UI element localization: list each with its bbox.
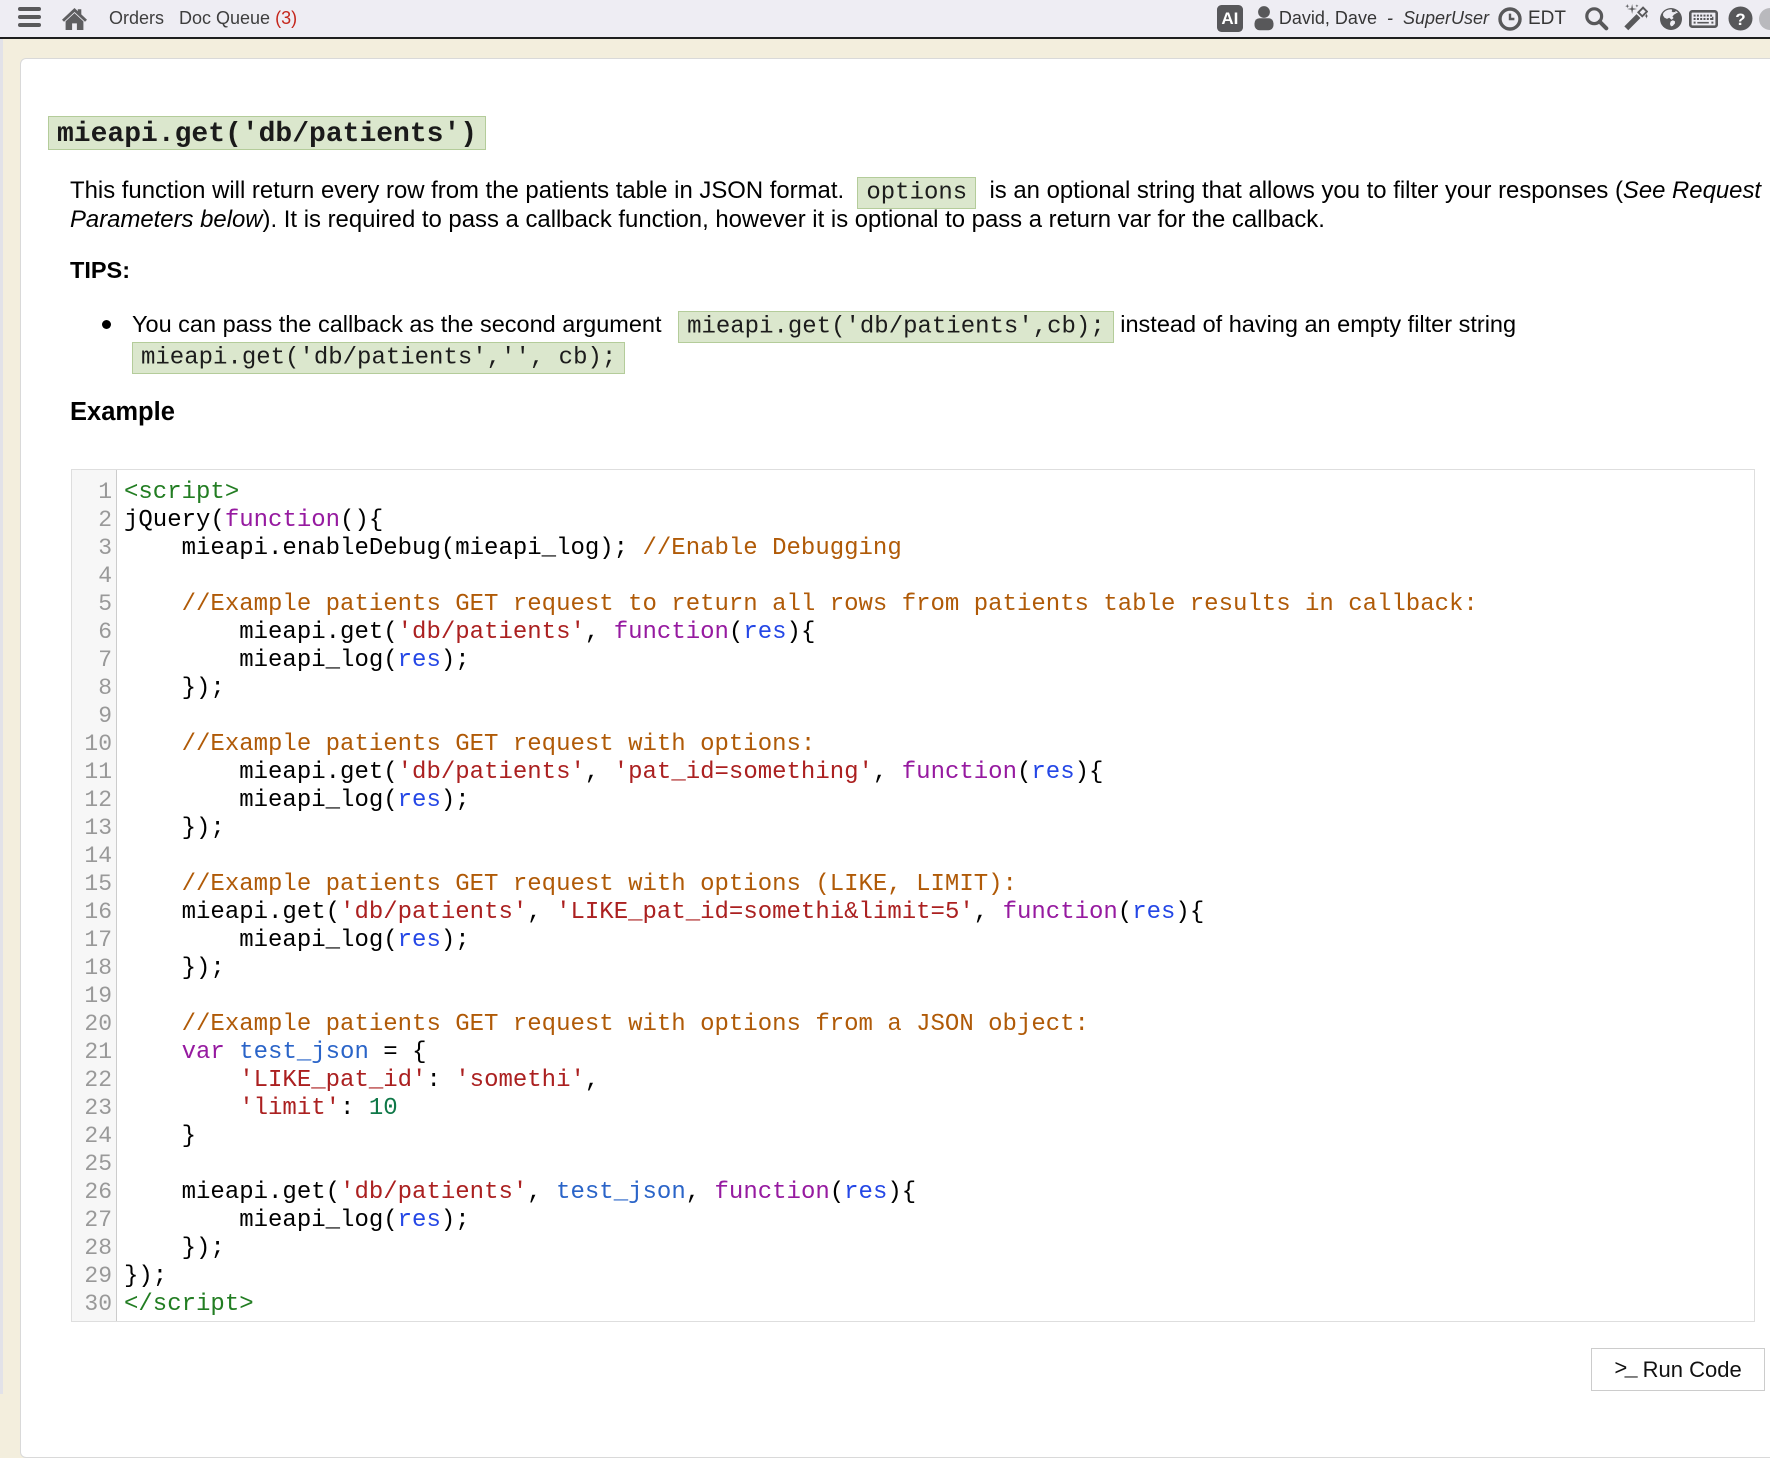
svg-text:?: ? [1735,10,1745,29]
